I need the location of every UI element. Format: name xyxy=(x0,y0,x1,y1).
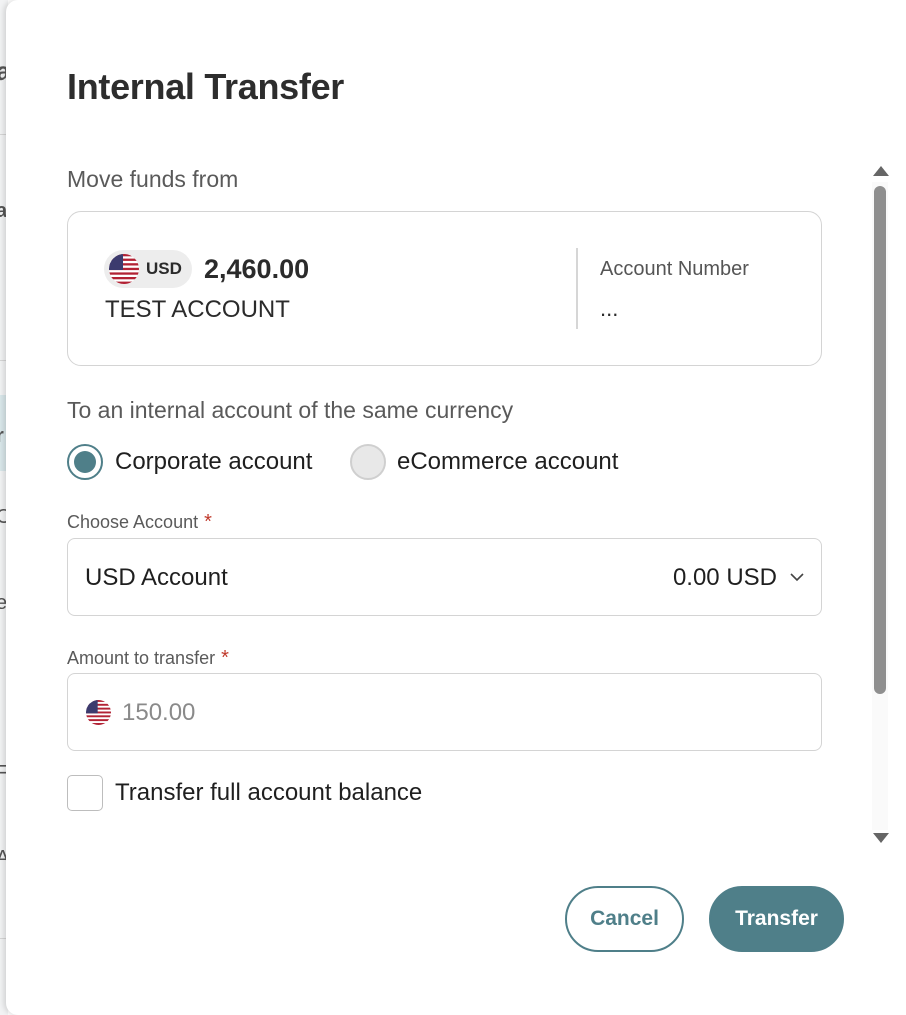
cancel-button[interactable]: Cancel xyxy=(565,886,684,952)
card-divider xyxy=(576,248,578,329)
required-asterisk: * xyxy=(204,511,212,533)
internal-transfer-modal: Internal Transfer Move funds from USD 2,… xyxy=(6,0,906,1015)
full-balance-checkbox[interactable] xyxy=(67,775,103,811)
chevron-down-icon[interactable] xyxy=(789,569,805,585)
scrollbar-thumb[interactable] xyxy=(874,186,886,694)
amount-input[interactable] xyxy=(122,696,802,730)
us-flag-icon xyxy=(86,700,111,725)
currency-badge: USD xyxy=(104,250,192,288)
to-section-label: To an internal account of the same curre… xyxy=(67,397,514,423)
modal-title: Internal Transfer xyxy=(67,66,344,107)
ecommerce-account-radio[interactable] xyxy=(350,444,386,480)
from-section-label: Move funds from xyxy=(67,166,239,192)
currency-code: USD xyxy=(146,259,182,278)
amount-field[interactable] xyxy=(67,673,822,751)
account-number-label: Account Number xyxy=(600,258,749,280)
scroll-up-arrow-icon[interactable] xyxy=(873,166,889,176)
amount-label-text: Amount to transfer xyxy=(67,648,216,668)
ecommerce-account-label[interactable]: eCommerce account xyxy=(397,448,618,476)
account-number-value: ... xyxy=(600,296,619,321)
us-flag-icon xyxy=(109,254,139,284)
source-account-card: USD 2,460.00 TEST ACCOUNT Account Number… xyxy=(67,211,822,366)
source-balance: 2,460.00 xyxy=(204,254,310,284)
choose-account-label-text: Choose Account xyxy=(67,512,199,532)
corporate-account-label[interactable]: Corporate account xyxy=(115,448,312,476)
scroll-down-arrow-icon[interactable] xyxy=(873,833,889,843)
source-account-name: TEST ACCOUNT xyxy=(105,296,290,323)
amount-label: Amount to transfer * xyxy=(67,647,229,670)
selected-account: USD Account xyxy=(85,564,228,591)
corporate-account-radio[interactable] xyxy=(67,444,103,480)
choose-account-select[interactable]: USD Account 0.00 USD xyxy=(67,538,822,616)
background-text: r xyxy=(0,425,4,448)
required-asterisk: * xyxy=(221,647,229,669)
choose-account-label: Choose Account * xyxy=(67,511,212,534)
transfer-button[interactable]: Transfer xyxy=(709,886,844,952)
full-balance-label[interactable]: Transfer full account balance xyxy=(115,779,422,807)
selected-account-balance: 0.00 USD xyxy=(672,564,777,591)
